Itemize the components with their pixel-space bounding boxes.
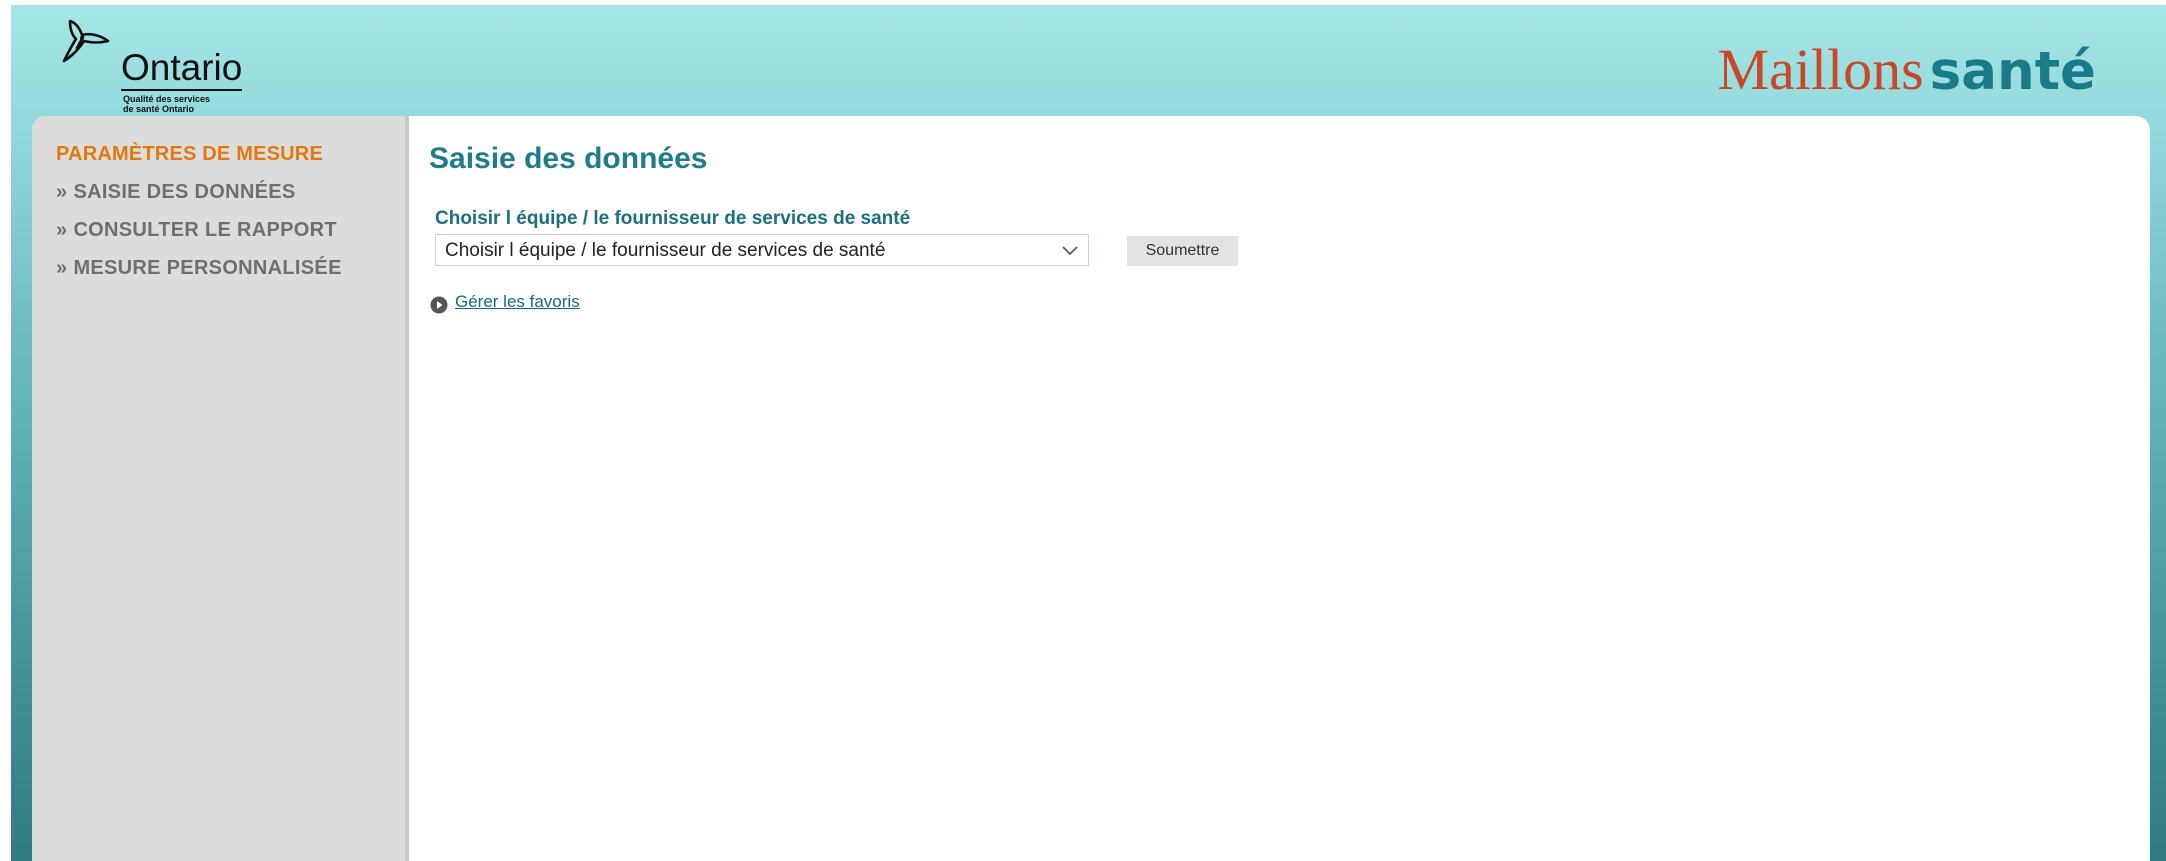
bullet-icon: » [56, 219, 68, 241]
content-panel: PARAMÈTRES DE MESURE » SAISIE DES DONNÉES… [32, 116, 2150, 861]
select-value: Choisir l équipe / le fournisseur de ser… [445, 240, 886, 261]
play-circle-icon [430, 296, 448, 314]
brand-part1: Maillons [1717, 37, 1924, 102]
sidebar-item-label: CONSULTER LE RAPPORT [73, 219, 337, 241]
ontario-wordmark: Ontario [121, 47, 243, 88]
sidebar-heading: PARAMÈTRES DE MESURE [56, 143, 323, 165]
header: Ontario Qualité des services de santé On… [11, 5, 2166, 115]
bullet-icon: » [56, 181, 68, 203]
sidebar-item-consulter-le-rapport[interactable]: » CONSULTER LE RAPPORT [56, 219, 337, 242]
sidebar-item-label: SAISIE DES DONNÉES [73, 181, 296, 203]
sidebar-item-saisie-des-donnees[interactable]: » SAISIE DES DONNÉES [56, 181, 296, 204]
sidebar: PARAMÈTRES DE MESURE » SAISIE DES DONNÉES… [32, 116, 409, 861]
trillium-icon [62, 19, 110, 63]
sidebar-item-mesure-personnalisee[interactable]: » MESURE PERSONNALISÉE [56, 257, 342, 280]
page-title: Saisie des données [429, 142, 708, 175]
manage-favorites-link[interactable]: Gérer les favoris [455, 292, 580, 312]
main-content: Saisie des données Choisir l équipe / le… [409, 116, 2150, 861]
chevron-down-icon [1062, 246, 1078, 256]
team-provider-select[interactable]: Choisir l équipe / le fournisseur de ser… [435, 234, 1089, 266]
logo-subtitle-line1: Qualité des services [123, 94, 211, 104]
page-frame: Ontario Qualité des services de santé On… [11, 5, 2166, 861]
brand-part2: santé [1929, 41, 2096, 102]
bullet-icon: » [56, 257, 68, 279]
logo-underline [121, 89, 242, 91]
brand-logo: Maillons santé [1717, 41, 2096, 99]
submit-button[interactable]: Soumettre [1127, 236, 1238, 266]
ontario-logo[interactable]: Ontario Qualité des services de santé On… [56, 17, 266, 114]
team-select-label: Choisir l équipe / le fournisseur de ser… [435, 208, 911, 229]
logo-subtitle: Qualité des services de santé Ontario [123, 94, 253, 114]
logo-subtitle-line2: de santé Ontario [123, 104, 195, 114]
sidebar-item-label: MESURE PERSONNALISÉE [73, 257, 342, 279]
